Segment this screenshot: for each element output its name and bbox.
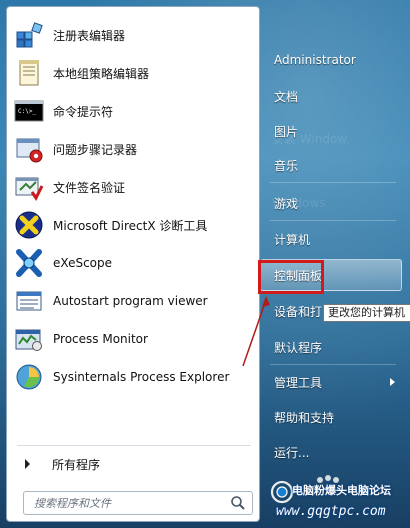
watermark-title: 电脑粉爆头电脑论坛: [292, 484, 391, 497]
tooltip: 更改您的计算机: [323, 304, 410, 322]
annotation-arrow: [242, 296, 270, 367]
start-menu: 安装 Window Windows 注册表编辑器 本地组策略编辑器 C:\>_ …: [0, 0, 410, 528]
watermark-url: www.gqgtpc.com: [276, 504, 386, 519]
site-watermark: 电脑粉爆头电脑论坛 www.gqgtpc.com: [264, 472, 410, 528]
